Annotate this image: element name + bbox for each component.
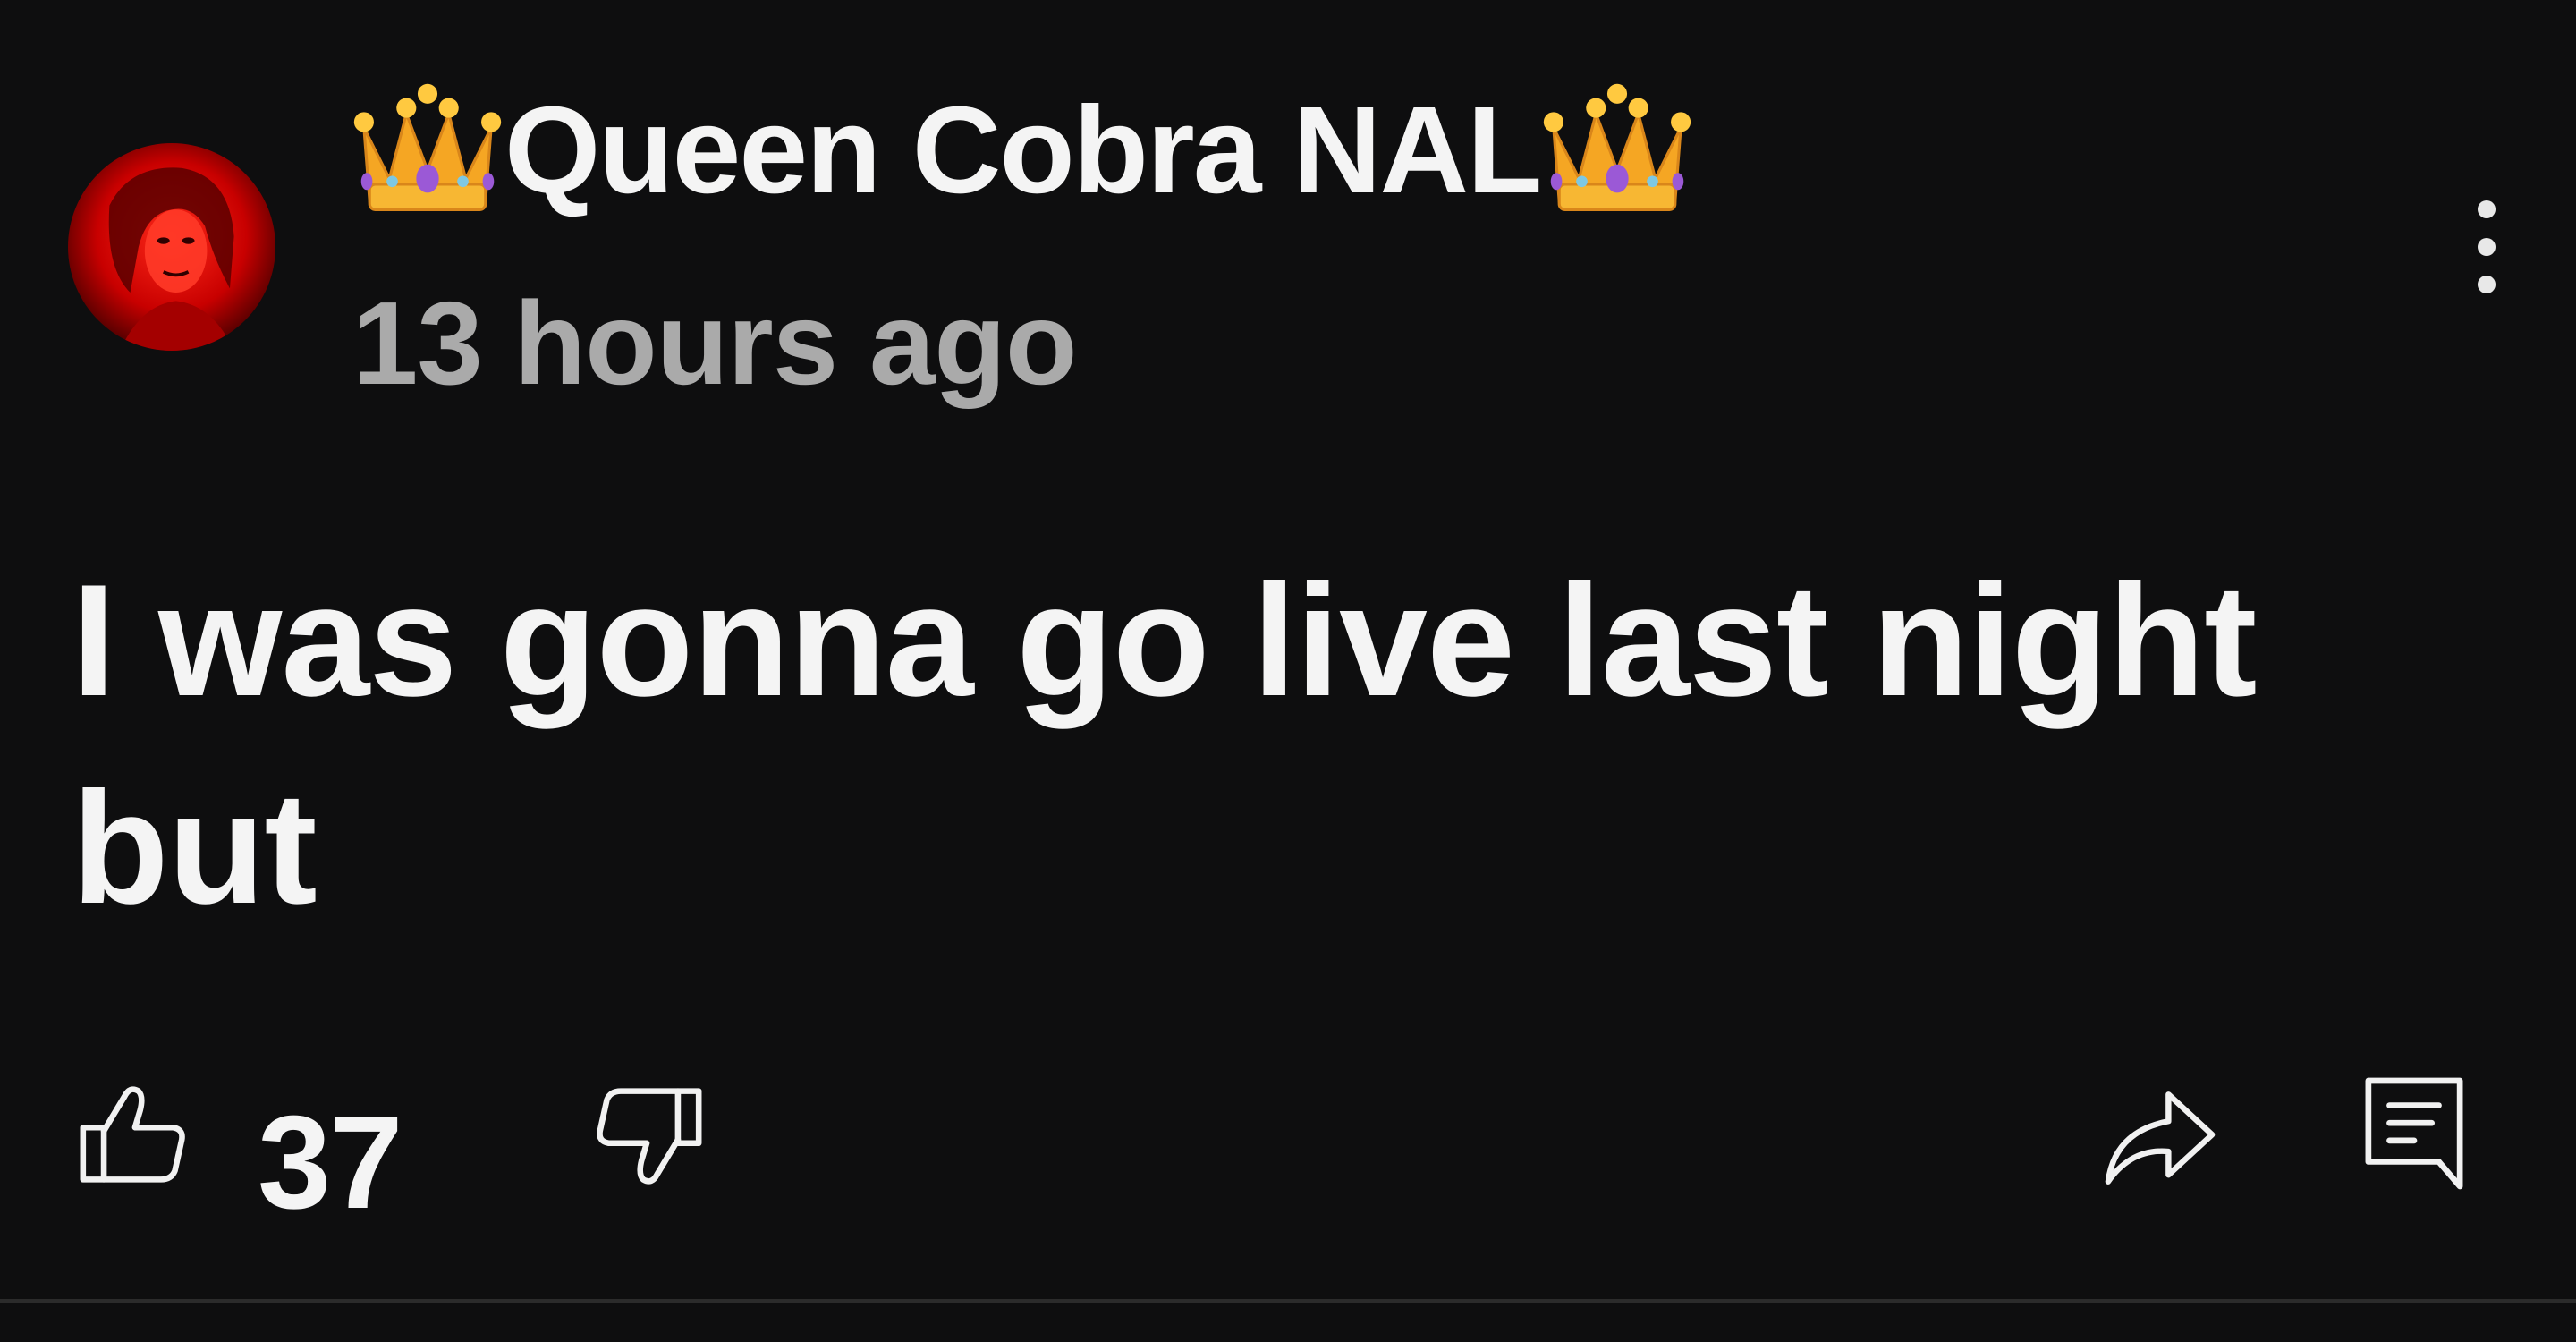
divider	[0, 1299, 2576, 1303]
share-arrow-icon[interactable]	[2100, 1084, 2220, 1192]
author-name[interactable]: Queen Cobra NAL	[504, 89, 1542, 212]
menu-dot	[2478, 276, 2496, 293]
author-row[interactable]: Queen Cobra NAL	[349, 79, 1696, 222]
comment-text: I was gonna go live last night but	[72, 551, 2258, 937]
comment-timestamp[interactable]: 13 hours ago	[352, 285, 1078, 403]
thumbs-up-icon[interactable]	[77, 1079, 190, 1190]
avatar[interactable]	[68, 143, 275, 351]
comment-card: Queen Cobra NAL 13 hours ago I was gonna…	[0, 0, 2576, 1342]
like-count: 37	[258, 1089, 403, 1236]
menu-dot	[2478, 200, 2496, 218]
comment-reply-icon[interactable]	[2361, 1074, 2467, 1193]
crown-emoji-icon	[1544, 83, 1691, 211]
avatar-image	[68, 143, 275, 351]
thumbs-down-icon[interactable]	[592, 1081, 705, 1192]
menu-dot	[2478, 238, 2496, 256]
crown-emoji-icon	[353, 83, 502, 211]
more-vertical-icon[interactable]	[2451, 188, 2522, 304]
